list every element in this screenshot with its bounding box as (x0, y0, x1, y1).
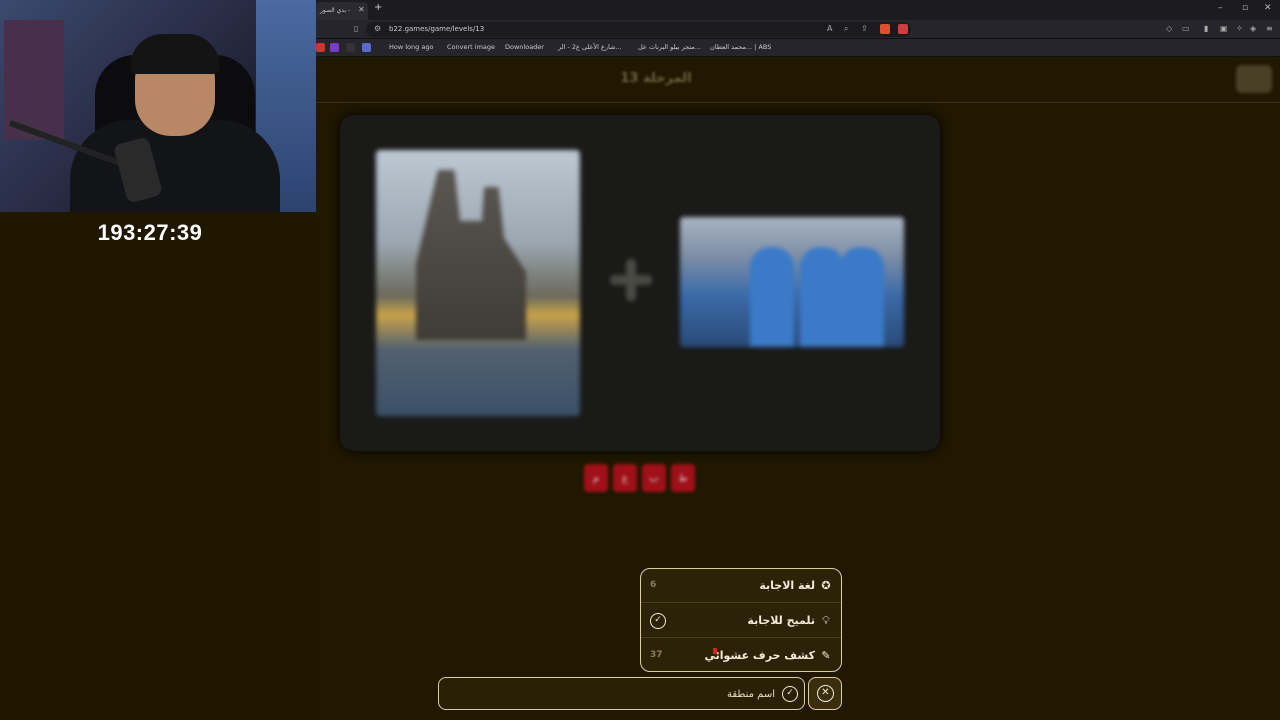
close-hints-button[interactable]: ✕ (808, 677, 842, 710)
wallet-icon[interactable]: ▣ (1220, 24, 1228, 33)
bookmark-favicon[interactable] (316, 43, 325, 52)
extensions-icon[interactable]: ◇ (1166, 24, 1172, 33)
browser-tab[interactable]: بدي الصور - ✕ (316, 2, 368, 20)
brave-shield-icon[interactable] (880, 24, 890, 34)
sidebar-icon[interactable]: ▮ (1204, 24, 1208, 33)
surgeon-figure (840, 247, 884, 347)
leo-icon[interactable]: ✧ (1236, 24, 1243, 33)
hint-cost: 6 (650, 580, 657, 590)
answer-input[interactable] (445, 682, 775, 706)
surgeon-figure (800, 247, 844, 347)
tab-bar: بدي الصور - ✕ + – ▫ ✕ (316, 0, 1280, 20)
answer-slot[interactable]: ب (642, 464, 666, 492)
translate-icon[interactable]: A (827, 24, 832, 33)
maximize-icon[interactable]: ▫ (1242, 3, 1248, 13)
url-text: b22.games/game/levels/13 (389, 25, 485, 33)
rig-structure (416, 170, 526, 340)
reader-icon[interactable]: ▭ (1182, 24, 1190, 33)
site-logo[interactable] (1236, 65, 1272, 93)
hint-reveal-letter[interactable]: ✎ كشف حرف عشوائي 37 (641, 639, 841, 673)
hint-cost: 37 (650, 650, 663, 660)
hint-answer-clue[interactable]: 💡︎ تلميح للاجابة ✓ (641, 604, 841, 638)
hint-label: كشف حرف عشوائي (704, 649, 815, 662)
bookmark-link[interactable]: شارع الأعلى ع2 - الر... (558, 43, 622, 51)
bookmark-favicon[interactable] (362, 43, 371, 52)
plus-icon (606, 255, 656, 305)
tab-title: بدي الصور - (320, 7, 351, 14)
answer-slots: م ع ب ط (584, 464, 695, 492)
rewards-icon[interactable] (898, 24, 908, 34)
minimize-icon[interactable]: – (1218, 3, 1223, 13)
address-bar: ▯ ⚙ b22.games/game/levels/13 A ⌕ ⇪ ◇ ▭ ▮… (316, 20, 1280, 39)
level-title: المرحلة 13 (620, 71, 692, 86)
answer-slot[interactable]: ط (671, 464, 695, 492)
tab-close-icon[interactable]: ✕ (358, 5, 365, 14)
hints-menu: ✪ لغة الاجابة 6 💡︎ تلميح للاجابة ✓ ✎ كشف… (640, 568, 842, 672)
bookmark-link[interactable]: Convert image (447, 43, 495, 51)
answer-slot[interactable]: م (584, 464, 608, 492)
stream-timer: 193:27:39 (97, 220, 203, 245)
check-circle-icon: ✓ (650, 613, 666, 629)
lightbulb-icon: 💡︎ (822, 614, 830, 627)
pencil-icon: ✎ (821, 649, 831, 662)
bookmark-favicon[interactable] (346, 43, 355, 52)
hint-answer-language[interactable]: ✪ لغة الاجابة 6 (641, 569, 841, 603)
bookmark-link[interactable]: محمد العطان... | ABS (710, 43, 771, 51)
game-page: المرحلة 13 م ع ب ط ✪ لغة الاجابة 6 💡︎ تل… (316, 57, 1280, 720)
answer-slot[interactable]: ع (613, 464, 637, 492)
answer-input-box: ✓ (438, 677, 805, 710)
zoom-icon[interactable]: ⌕ (844, 24, 848, 34)
hint-label: تلميح للاجابة (747, 614, 815, 627)
surgeons-image (680, 217, 904, 347)
page-header: المرحلة 13 (316, 57, 1280, 103)
mouse-cursor (713, 648, 717, 654)
streamer-hair (130, 34, 220, 74)
puzzle-card (340, 115, 940, 451)
webcam-overlay (0, 0, 316, 212)
bookmark-link[interactable]: متجر بيلو البرنات عل... (638, 43, 701, 51)
check-badge-icon: ✪ (821, 579, 831, 592)
site-info-icon[interactable]: ⚙ (374, 24, 381, 33)
vpn-icon[interactable]: ◈ (1250, 24, 1256, 33)
oil-rig-image (376, 150, 580, 416)
bookmarks-bar: How long ago Convert image Downloader شا… (316, 39, 1280, 57)
share-icon[interactable]: ⇪ (861, 24, 868, 33)
close-icon: ✕ (817, 685, 834, 702)
bookmark-link[interactable]: Downloader (505, 43, 544, 51)
hint-label: لغة الاجابة (759, 579, 815, 592)
bookmark-link[interactable]: How long ago (389, 43, 433, 51)
menu-icon[interactable]: ≡ (1266, 24, 1273, 33)
hints-toggle-icon[interactable]: ✓ (782, 686, 798, 702)
close-window-icon[interactable]: ✕ (1264, 3, 1272, 13)
bookmark-favicon[interactable] (330, 43, 339, 52)
new-tab-icon[interactable]: + (374, 2, 382, 13)
surgeon-figure (750, 247, 794, 347)
browser-window: بدي الصور - ✕ + – ▫ ✕ ▯ ⚙ b22.games/game… (316, 0, 1280, 720)
bookmark-icon[interactable]: ▯ (354, 24, 358, 33)
